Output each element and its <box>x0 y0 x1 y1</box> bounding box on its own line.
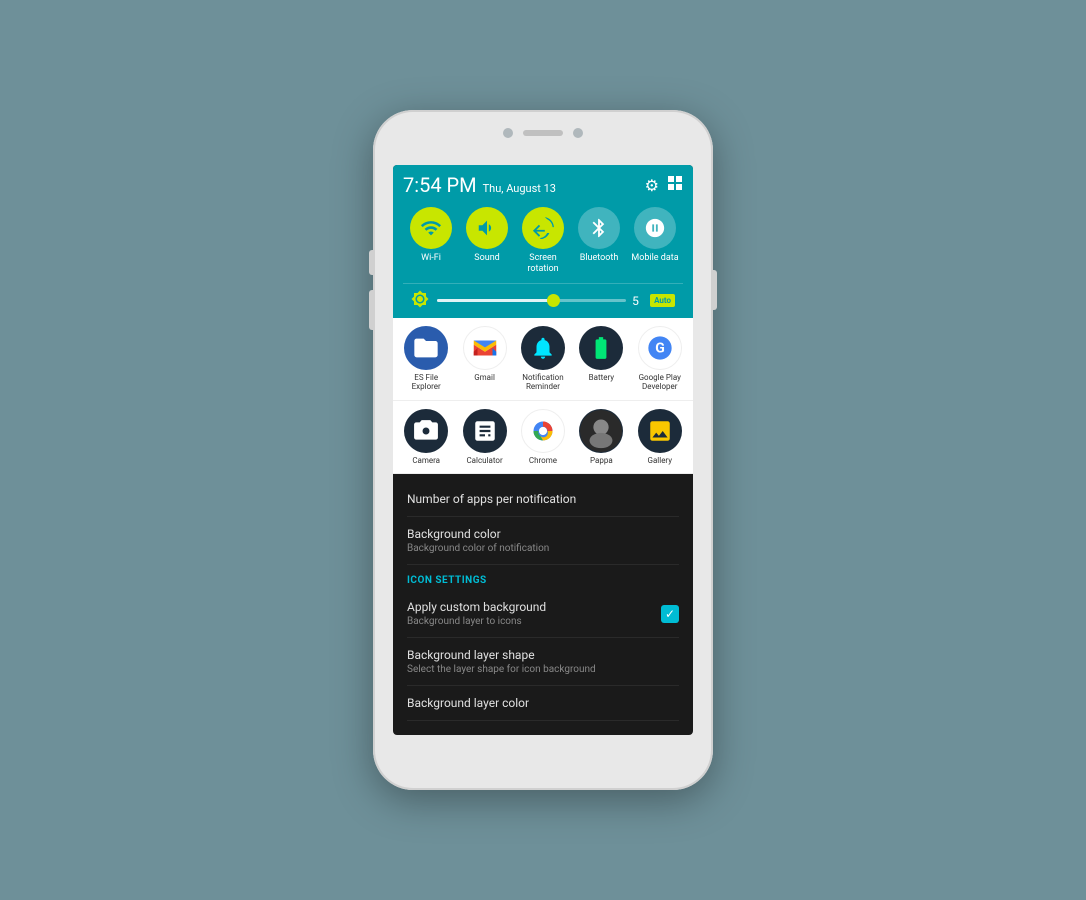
app-chrome[interactable]: Chrome <box>517 409 569 466</box>
notification-label: Notification Reminder <box>517 373 569 392</box>
notification-icon <box>521 326 565 370</box>
gmail-icon <box>463 326 507 370</box>
pappa-label: Pappa <box>590 456 613 466</box>
auto-brightness-label[interactable]: Auto <box>650 294 675 307</box>
bluetooth-icon-circle <box>578 207 620 249</box>
brightness-fill <box>437 299 550 302</box>
volume-down-button[interactable] <box>369 290 373 330</box>
wifi-icon-circle <box>410 207 452 249</box>
bg-color-title: Background color <box>407 527 549 541</box>
app-gmail[interactable]: Gmail <box>459 326 511 392</box>
app-camera[interactable]: Camera <box>400 409 452 466</box>
phone-top <box>503 128 583 138</box>
phone-shell: 7:54 PM Thu, August 13 ⚙ <box>373 110 713 790</box>
custom-bg-title: Apply custom background <box>407 600 546 614</box>
settings-row-custom-bg[interactable]: Apply custom background Background layer… <box>407 590 679 638</box>
calculator-label: Calculator <box>466 456 502 466</box>
app-row-2: Camera Calculator <box>393 401 693 475</box>
gallery-label: Gallery <box>648 456 673 466</box>
clock-time: 7:54 PM <box>403 173 477 197</box>
es-icon <box>404 326 448 370</box>
app-es-file-explorer[interactable]: ES File Explorer <box>400 326 452 392</box>
brightness-value: 5 <box>632 294 644 308</box>
toggle-sound[interactable]: Sound <box>461 207 513 275</box>
app-notification[interactable]: Notification Reminder <box>517 326 569 392</box>
toggle-rotation[interactable]: Screen rotation <box>517 207 569 275</box>
layer-shape-title: Background layer shape <box>407 648 596 662</box>
svg-text:G: G <box>655 340 665 356</box>
mobile-data-icon-circle <box>634 207 676 249</box>
date-display: Thu, August 13 <box>483 182 556 195</box>
sound-label: Sound <box>474 253 499 264</box>
chrome-icon <box>521 409 565 453</box>
speaker <box>523 130 563 136</box>
volume-up-button[interactable] <box>369 250 373 275</box>
status-icons: ⚙ <box>645 175 683 195</box>
bluetooth-label: Bluetooth <box>580 253 619 264</box>
pappa-icon <box>579 409 623 453</box>
toggle-bluetooth[interactable]: Bluetooth <box>573 207 625 275</box>
gpdev-icon: G <box>638 326 682 370</box>
toggle-mobile-data[interactable]: Mobile data <box>629 207 681 275</box>
settings-icon[interactable]: ⚙ <box>645 176 659 195</box>
toggle-wifi[interactable]: Wi-Fi <box>405 207 457 275</box>
brightness-thumb[interactable] <box>547 294 560 307</box>
chrome-label: Chrome <box>529 456 557 466</box>
rotation-label: Screen rotation <box>517 253 569 275</box>
es-label: ES File Explorer <box>400 373 452 392</box>
app-calculator[interactable]: Calculator <box>459 409 511 466</box>
brightness-slider[interactable] <box>437 299 626 302</box>
gpdev-label: Google Play Developer <box>634 373 686 392</box>
settings-row-layer-shape[interactable]: Background layer shape Select the layer … <box>407 638 679 686</box>
app-pappa[interactable]: Pappa <box>575 409 627 466</box>
settings-row-app-count[interactable]: Number of apps per notification <box>407 482 679 517</box>
calculator-icon <box>463 409 507 453</box>
settings-row-bg-color[interactable]: Background color Background color of not… <box>407 517 679 565</box>
bg-color-sub: Background color of notification <box>407 543 549 554</box>
power-button[interactable] <box>713 270 717 310</box>
custom-bg-checkbox[interactable]: ✓ <box>661 605 679 623</box>
camera-icon <box>404 409 448 453</box>
quick-toggles: Wi-Fi Sound <box>403 203 683 283</box>
settings-row-layer-color[interactable]: Background layer color <box>407 686 679 721</box>
battery-icon <box>579 326 623 370</box>
front-sensor <box>573 128 583 138</box>
layer-shape-sub: Select the layer shape for icon backgrou… <box>407 664 596 675</box>
app-gpdev[interactable]: G Google Play Developer <box>634 326 686 392</box>
time-info: 7:54 PM Thu, August 13 <box>403 173 556 197</box>
app-count-title: Number of apps per notification <box>407 492 576 506</box>
app-row-1: ES File Explorer Gmail <box>393 318 693 401</box>
quick-settings-header: 7:54 PM Thu, August 13 ⚙ <box>393 165 693 318</box>
battery-label: Battery <box>589 373 614 383</box>
rotation-icon-circle <box>522 207 564 249</box>
camera-label: Camera <box>412 456 440 466</box>
layer-color-title: Background layer color <box>407 696 529 710</box>
wifi-label: Wi-Fi <box>421 253 441 264</box>
brightness-row: 5 Auto <box>403 283 683 318</box>
gmail-label: Gmail <box>474 373 495 383</box>
mobile-data-label: Mobile data <box>631 253 678 264</box>
front-camera <box>503 128 513 138</box>
brightness-icon <box>411 290 431 312</box>
grid-icon[interactable] <box>667 175 683 195</box>
status-bar: 7:54 PM Thu, August 13 ⚙ <box>403 173 683 197</box>
app-battery[interactable]: Battery <box>575 326 627 392</box>
app-gallery[interactable]: Gallery <box>634 409 686 466</box>
phone-screen: 7:54 PM Thu, August 13 ⚙ <box>393 165 693 735</box>
settings-section: Number of apps per notification Backgrou… <box>393 474 693 729</box>
gallery-icon <box>638 409 682 453</box>
sound-icon-circle <box>466 207 508 249</box>
custom-bg-sub: Background layer to icons <box>407 616 546 627</box>
icon-settings-header: ICON SETTINGS <box>407 565 679 590</box>
